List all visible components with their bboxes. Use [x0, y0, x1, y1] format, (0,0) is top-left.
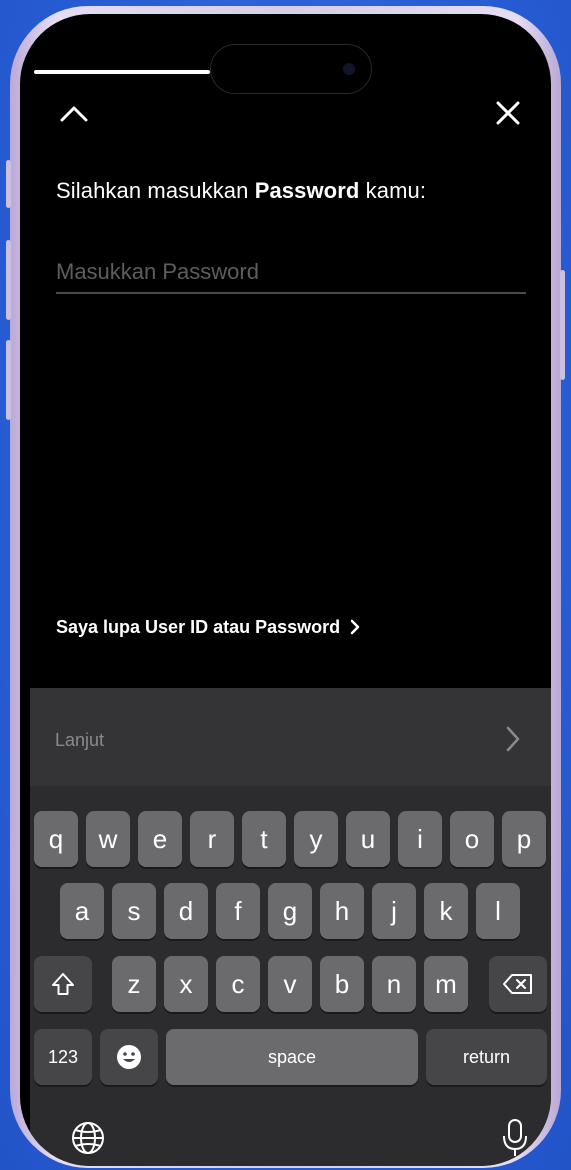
next-label: Lanjut — [55, 730, 105, 750]
key-x[interactable]: x — [164, 956, 208, 1012]
password-prompt: Silahkan masukkan Password kamu: — [56, 178, 526, 204]
return-key[interactable]: return — [426, 1029, 547, 1085]
key-r[interactable]: r — [190, 811, 234, 867]
suggestion-bar[interactable]: Lanjut — [30, 688, 551, 786]
key-v[interactable]: v — [268, 956, 312, 1012]
emoji-key[interactable] — [100, 1029, 158, 1085]
dictation-button[interactable] — [495, 1116, 535, 1160]
keyboard: Lanjut q w e r t y u i o p a s d f g h j… — [30, 688, 551, 1166]
camera-icon — [343, 63, 355, 75]
dynamic-island — [210, 44, 372, 94]
key-h[interactable]: h — [320, 883, 364, 939]
backspace-icon — [503, 974, 532, 994]
key-p[interactable]: p — [502, 811, 546, 867]
password-field[interactable] — [56, 252, 526, 294]
key-f[interactable]: f — [216, 883, 260, 939]
volume-down-button — [6, 340, 11, 420]
numbers-key[interactable]: 123 — [34, 1029, 92, 1085]
phone-screen: Silahkan masukkan Password kamu: Saya lu… — [20, 14, 551, 1166]
key-m[interactable]: m — [424, 956, 468, 1012]
globe-button[interactable] — [68, 1118, 108, 1158]
space-key[interactable]: space — [166, 1029, 418, 1085]
close-icon — [496, 101, 520, 125]
power-button — [560, 270, 565, 380]
collapse-button[interactable] — [54, 94, 94, 134]
key-t[interactable]: t — [242, 811, 286, 867]
key-i[interactable]: i — [398, 811, 442, 867]
key-k[interactable]: k — [424, 883, 468, 939]
key-a[interactable]: a — [60, 883, 104, 939]
prompt-text-before: Silahkan masukkan — [56, 178, 255, 203]
forgot-link-label: Saya lupa User ID atau Password — [56, 616, 341, 637]
key-z[interactable]: z — [112, 956, 156, 1012]
key-d[interactable]: d — [164, 883, 208, 939]
chevron-right-icon[interactable] — [506, 726, 520, 752]
delete-key[interactable] — [489, 956, 547, 1012]
password-input[interactable] — [56, 252, 526, 292]
key-b[interactable]: b — [320, 956, 364, 1012]
globe-icon — [72, 1122, 104, 1154]
key-g[interactable]: g — [268, 883, 312, 939]
progress-indicator — [34, 70, 210, 74]
shift-icon — [52, 973, 74, 995]
key-c[interactable]: c — [216, 956, 260, 1012]
key-e[interactable]: e — [138, 811, 182, 867]
key-u[interactable]: u — [346, 811, 390, 867]
chevron-right-icon — [350, 619, 360, 635]
key-l[interactable]: l — [476, 883, 520, 939]
forgot-credentials-link[interactable]: Saya lupa User ID atau Password — [56, 614, 360, 640]
key-s[interactable]: s — [112, 883, 156, 939]
action-button — [6, 160, 11, 208]
prompt-text-bold: Password — [254, 178, 360, 203]
key-q[interactable]: q — [34, 811, 78, 867]
prompt-text-after: kamu: — [359, 178, 427, 203]
key-j[interactable]: j — [372, 883, 416, 939]
volume-up-button — [6, 240, 11, 320]
key-o[interactable]: o — [450, 811, 494, 867]
key-y[interactable]: y — [294, 811, 338, 867]
emoji-icon — [117, 1045, 141, 1069]
close-button[interactable] — [488, 93, 528, 133]
key-n[interactable]: n — [372, 956, 416, 1012]
shift-key[interactable] — [34, 956, 92, 1012]
microphone-icon — [503, 1119, 527, 1156]
chevron-up-icon — [60, 106, 88, 122]
key-w[interactable]: w — [86, 811, 130, 867]
